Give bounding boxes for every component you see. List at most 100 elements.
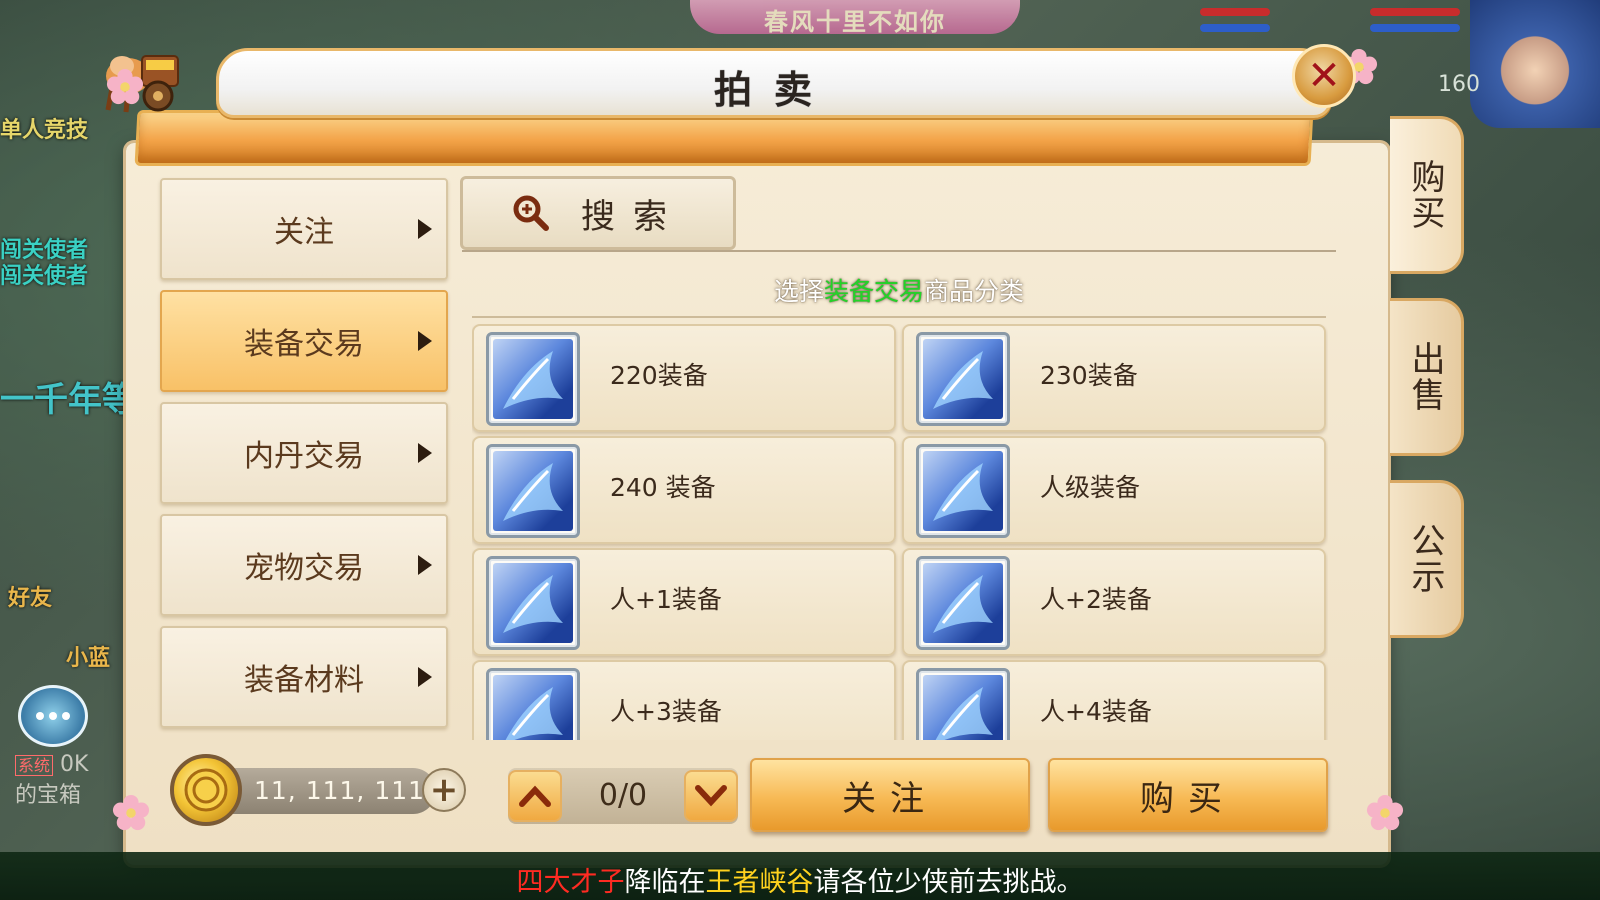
currency-display: 11, 111, 111 + <box>170 754 466 826</box>
item-frame <box>916 668 1010 740</box>
event-banner-text: 春风十里不如你 <box>764 8 946 36</box>
subcategory-label: 240 装备 <box>610 473 716 502</box>
follow-button-label: 关注 <box>842 778 938 819</box>
player-level: 160 <box>1438 72 1480 97</box>
tab-label: 出售 <box>1405 341 1445 413</box>
chat-preview: 系统 0K 的宝箱 <box>15 750 88 811</box>
category-equipment-trade[interactable]: 装备交易 <box>160 290 448 392</box>
chat-text: 0K <box>60 752 89 777</box>
blue-equipment-icon <box>493 451 573 531</box>
tab-buy[interactable]: 购买 <box>1390 116 1464 274</box>
blue-equipment-icon <box>493 563 573 643</box>
search-label: 搜索 <box>581 196 685 237</box>
category-follow[interactable]: 关注 <box>160 178 448 280</box>
player-avatar[interactable] <box>1470 0 1600 128</box>
subcategory-label: 人+3装备 <box>610 697 722 726</box>
subcategory-220-equipment[interactable]: 220装备 <box>472 324 896 432</box>
blue-equipment-icon <box>923 339 1003 419</box>
subcategory-label: 220装备 <box>610 361 708 390</box>
hint-prefix: 选择 <box>773 277 824 306</box>
currency-amount: 11, 111, 111 <box>254 776 426 805</box>
search-icon <box>513 195 549 231</box>
item-frame <box>486 668 580 740</box>
player-status-bars <box>1200 2 1480 44</box>
plus-icon: + <box>429 770 459 810</box>
subcategory-240-equipment[interactable]: 240 装备 <box>472 436 896 544</box>
event-banner: 春风十里不如你 <box>690 0 1020 36</box>
buy-button-label: 购买 <box>1140 778 1236 819</box>
add-currency-button[interactable]: + <box>422 768 466 812</box>
subcategory-label: 230装备 <box>1040 361 1138 390</box>
flower-decoration-icon <box>1366 794 1404 831</box>
chevron-up-icon <box>519 785 551 807</box>
subcategory-label: 人+2装备 <box>1040 585 1152 614</box>
item-frame <box>916 332 1010 426</box>
arrow-right-icon <box>418 443 432 463</box>
arrow-right-icon <box>418 667 432 687</box>
dialog-title: 拍卖 <box>713 68 834 112</box>
page-indicator: 0/0 <box>598 778 648 813</box>
subcategory-human-plus4-equipment[interactable]: 人+4装备 <box>902 660 1326 740</box>
category-label: 内丹交易 <box>244 439 364 474</box>
arrow-right-icon <box>418 555 432 575</box>
hint-highlight: 装备交易 <box>823 277 924 306</box>
tab-sell[interactable]: 出售 <box>1390 298 1464 456</box>
category-pet-trade[interactable]: 宠物交易 <box>160 514 448 616</box>
follow-button[interactable]: 关注 <box>750 758 1030 832</box>
blue-equipment-icon <box>493 675 573 740</box>
blue-equipment-icon <box>923 675 1003 740</box>
page-up-button[interactable] <box>508 770 562 822</box>
category-inner-core-trade[interactable]: 内丹交易 <box>160 402 448 504</box>
currency-bar: 11, 111, 111 <box>230 768 436 814</box>
chat-bubble-icon <box>36 712 70 720</box>
category-label: 关注 <box>274 215 334 250</box>
arrow-right-icon <box>418 219 432 239</box>
announcement-boss-name: 四大才子 <box>516 867 625 898</box>
subcategory-label: 人+4装备 <box>1040 697 1152 726</box>
page-down-button[interactable] <box>684 770 738 822</box>
system-announcement-ticker: 四大才子降临在王者峡谷请各位少侠前去挑战。 <box>0 852 1600 900</box>
blue-equipment-icon <box>923 451 1003 531</box>
search-button[interactable]: 搜索 <box>460 176 736 250</box>
chat-text-2: 的宝箱 <box>15 783 82 808</box>
divider <box>472 316 1326 318</box>
mp-bar <box>1200 24 1270 32</box>
title-scroll: 拍卖 <box>216 48 1332 118</box>
target-mp-bar <box>1370 24 1460 32</box>
category-label: 装备交易 <box>244 327 364 362</box>
subcategory-human-plus1-equipment[interactable]: 人+1装备 <box>472 548 896 656</box>
category-equipment-materials[interactable]: 装备材料 <box>160 626 448 728</box>
arrow-right-icon <box>418 331 432 351</box>
side-activity-text[interactable]: 单人竞技 <box>0 112 88 144</box>
subcategory-grid[interactable]: 220装备 230装备 240 装备 人级装备 人+1装备 人+2装备 人+3装… <box>472 324 1328 740</box>
divider <box>462 250 1336 252</box>
subcategory-230-equipment[interactable]: 230装备 <box>902 324 1326 432</box>
chat-button[interactable] <box>18 685 88 747</box>
item-frame <box>486 556 580 650</box>
tab-label: 公示 <box>1405 523 1445 595</box>
blue-equipment-icon <box>493 339 573 419</box>
category-label: 装备材料 <box>244 663 364 698</box>
page-selector: 0/0 <box>508 768 738 824</box>
title-beam <box>134 110 1314 166</box>
side-npc-text-2[interactable]: 闯关使者 <box>0 258 88 290</box>
subcategory-human-tier-equipment[interactable]: 人级装备 <box>902 436 1326 544</box>
category-hint: 选择装备交易商品分类 <box>462 272 1336 308</box>
item-frame <box>916 556 1010 650</box>
close-button[interactable]: ✕ <box>1292 44 1356 108</box>
flower-decoration-icon <box>106 68 144 105</box>
tab-notice[interactable]: 公示 <box>1390 480 1464 638</box>
hint-suffix: 商品分类 <box>924 277 1025 306</box>
friends-label[interactable]: 好友 <box>8 580 52 612</box>
item-frame <box>486 332 580 426</box>
subcategory-human-plus2-equipment[interactable]: 人+2装备 <box>902 548 1326 656</box>
chevron-down-icon <box>695 785 727 807</box>
gold-coin-icon <box>170 754 242 826</box>
announcement-location: 王者峡谷 <box>705 867 814 898</box>
buy-button[interactable]: 购买 <box>1048 758 1328 832</box>
subcategory-label: 人级装备 <box>1040 473 1141 502</box>
hp-bar <box>1200 8 1270 16</box>
system-tag: 系统 <box>15 755 54 776</box>
subcategory-human-plus3-equipment[interactable]: 人+3装备 <box>472 660 896 740</box>
friend-name: 小蓝 <box>66 646 111 671</box>
